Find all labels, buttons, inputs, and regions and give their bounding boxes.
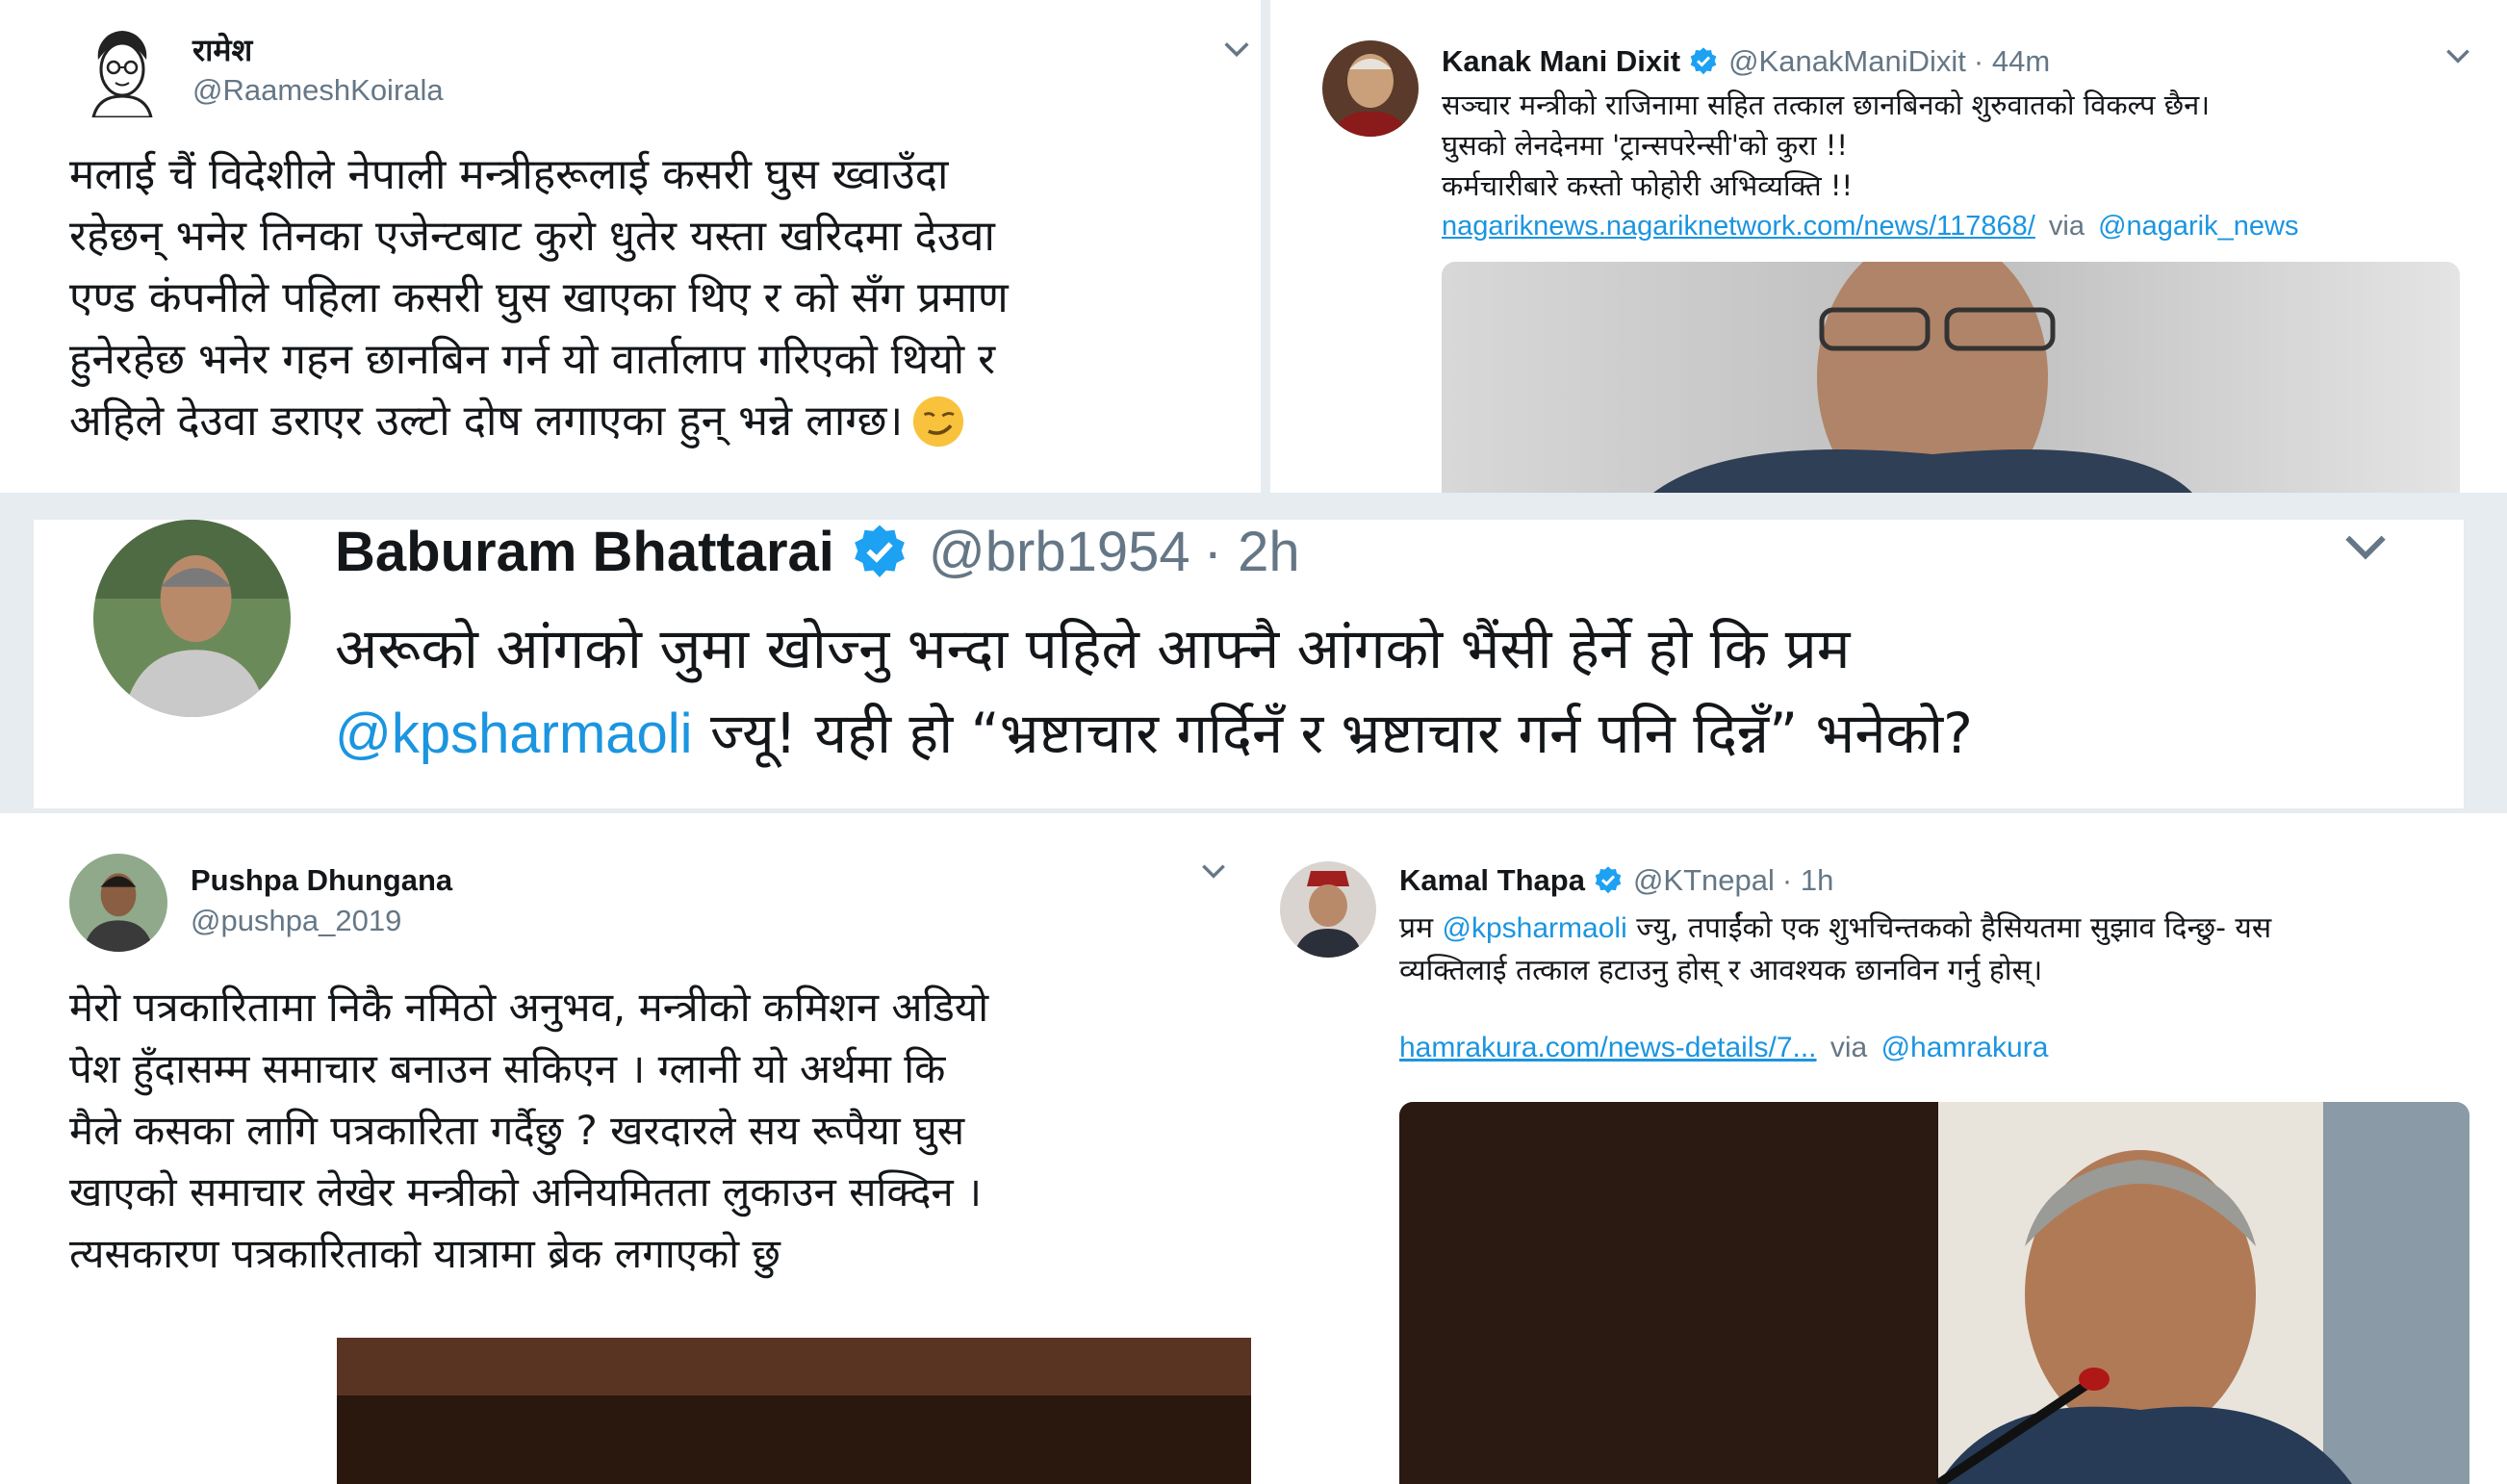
tweet-header-baburam: Baburam Bhattarai @brb1954 · 2h — [335, 520, 1300, 584]
author-handle-kamal[interactable]: @KTnepal — [1633, 863, 1775, 898]
tweet-card-baburam: Baburam Bhattarai @brb1954 · 2h अरूको आं… — [34, 520, 2464, 808]
tweet-link-kanak[interactable]: nagariknews.nagariknetwork.com/news/1178… — [1442, 211, 2035, 242]
via-label: via — [2048, 211, 2085, 242]
tweet-line: अरूको आंगको जुमा खोज्नु भन्दा पहिले आफ्न… — [335, 616, 1851, 681]
tweet-line: एण्ड कंपनीले पहिला कसरी घुस खाएका थिए र … — [69, 273, 1009, 322]
tweet-line: घुसको लेनदेनमा 'ट्रान्सपरेन्सी'को कुरा !… — [1442, 129, 1848, 162]
tweet-media-kamal[interactable] — [1399, 1102, 2469, 1484]
tweet-line: खाएको समाचार लेखेर मन्त्रीको अनियमितता ल… — [69, 1168, 982, 1215]
tweet-line-rest: ज्यु, तपाईंको एक शुभचिन्तकको हैसियतमा सु… — [1626, 911, 2272, 945]
tweet-link-kamal[interactable]: hamrakura.com/news-details/7... — [1399, 1032, 1817, 1063]
tweet-text-ramesh: मलाई चैं विदेशीले नेपाली मन्त्रीहरूलाई क… — [69, 144, 1009, 452]
media-photo-pushpa — [337, 1338, 1251, 1484]
tweet-line: पेश हुँदासम्म समाचार बनाउन सकिएन । ग्लान… — [69, 1045, 946, 1092]
media-photo-kanak — [1442, 262, 2460, 493]
author-handle-kanak[interactable]: @KanakManiDixit — [1728, 44, 1966, 79]
mention-kpsharmaoli[interactable]: @kpsharmaoli — [335, 703, 693, 765]
media-photo-kamal — [1399, 1102, 2469, 1484]
tweet-link-row: hamrakura.com/news-details/7... via @ham… — [1399, 1027, 2271, 1069]
tweet-line: व्यक्तिलाई तत्काल हटाउनु होस् र आवश्यक छ… — [1399, 954, 2043, 987]
via-label: via — [1829, 1032, 1868, 1063]
tweet-card-pushpa: Pushpa Dhungana @pushpa_2019 मेरो पत्रका… — [0, 813, 1251, 1484]
tweet-time-kamal[interactable]: · 1h — [1782, 863, 1833, 898]
avatar-kamal-photo — [1280, 861, 1376, 958]
tweet-text-kamal: प्रम @kpsharmaoli ज्यु, तपाईंको एक शुभचि… — [1399, 908, 2271, 1069]
tweet-time-baburam[interactable]: · 2h — [1204, 520, 1300, 584]
avatar-baburam-photo — [93, 520, 291, 717]
tweet-line: मेरो पत्रकारितामा निकै नमिठो अनुभव, मन्त… — [69, 984, 989, 1031]
tweet-line: मैले कसका लागि पत्रकारिता गर्दैछु ? खरदा… — [69, 1107, 965, 1154]
tweet-line: मलाई चैं विदेशीले नेपाली मन्त्रीहरूलाई क… — [69, 150, 949, 199]
verified-badge-icon — [1690, 47, 1717, 75]
tweet-line: कर्मचारीबारे कस्तो फोहोरी अभिव्यक्ति !! — [1442, 169, 1854, 202]
verified-badge-icon — [855, 525, 905, 577]
via-handle-kanak[interactable]: @nagarik_news — [2098, 211, 2298, 242]
tweet-text-pushpa: मेरो पत्रकारितामा निकै नमिठो अनुभव, मन्त… — [69, 977, 988, 1285]
author-name-pushpa[interactable]: Pushpa Dhungana — [191, 863, 452, 898]
avatar-ramesh-sketch — [79, 21, 166, 117]
avatar-ramesh[interactable] — [79, 21, 166, 117]
tweet-line-last: अहिले देउवा डराएर उल्टो दोष लगाएका हुन् … — [69, 391, 1009, 452]
tweet-media-pushpa[interactable] — [337, 1338, 1251, 1484]
author-name-baburam[interactable]: Baburam Bhattarai — [335, 520, 834, 584]
tweet-media-kanak[interactable] — [1442, 262, 2460, 493]
tweet-line-prefix: प्रम — [1399, 911, 1443, 945]
author-handle-ramesh[interactable]: @RaameshKoirala — [192, 73, 444, 108]
tweet-line: हुनेरहेछ भनेर गहन छानबिन गर्न यो वार्ताल… — [69, 335, 996, 384]
tweet-line: त्यसकारण पत्रकारिताको यात्रामा ब्रेक लगा… — [69, 1230, 780, 1277]
chevron-down-icon[interactable] — [1198, 856, 1229, 886]
avatar-kanak[interactable] — [1322, 40, 1419, 137]
author-name-kamal[interactable]: Kamal Thapa — [1399, 863, 1585, 898]
tweet-card-kanak: Kanak Mani Dixit @KanakManiDixit · 44m स… — [1270, 0, 2507, 493]
avatar-pushpa-photo — [69, 854, 167, 952]
verified-badge-icon — [1595, 866, 1622, 894]
avatar-kanak-photo — [1322, 40, 1419, 137]
via-handle-kamal[interactable]: @hamrakura — [1881, 1032, 2049, 1063]
tweet-line: रहेछन् भनेर तिनका एजेन्टबाट कुरो धुतेर य… — [69, 212, 995, 261]
avatar-pushpa[interactable] — [69, 854, 167, 952]
tweet-card-ramesh: रामेश @RaameshKoirala मलाई चैं विदेशीले … — [0, 0, 1261, 493]
author-name-ramesh[interactable]: रामेश — [192, 29, 252, 70]
tweet-line: सञ्चार मन्त्रीको राजिनामा सहित तत्काल छा… — [1442, 89, 2211, 121]
tweet-text-kanak: सञ्चार मन्त्रीको राजिनामा सहित तत्काल छा… — [1442, 85, 2298, 246]
tweet-time-kanak[interactable]: · 44m — [1974, 44, 2050, 79]
tweet-line-mention: @kpsharmaoli ज्यू! यही हो “भ्रष्टाचार गर… — [335, 691, 1973, 777]
tweet-header-kanak: Kanak Mani Dixit @KanakManiDixit · 44m — [1442, 44, 2050, 79]
smirk-emoji-icon — [913, 396, 964, 448]
chevron-down-icon[interactable] — [2339, 520, 2392, 574]
avatar-kamal[interactable] — [1280, 861, 1376, 958]
tweet-line: अहिले देउवा डराएर उल्टो दोष लगाएका हुन् … — [69, 397, 904, 446]
mention-kpsharmaoli[interactable]: @kpsharmaoli — [1443, 912, 1627, 944]
tweet-header-kamal: Kamal Thapa @KTnepal · 1h — [1399, 863, 1833, 898]
chevron-down-icon[interactable] — [2443, 40, 2473, 71]
tweet-text-baburam: अरूको आंगको जुमा खोज्नु भन्दा पहिले आफ्न… — [335, 606, 1973, 777]
author-name-kanak[interactable]: Kanak Mani Dixit — [1442, 44, 1680, 79]
tweet-line-mention: प्रम @kpsharmaoli ज्यु, तपाईंको एक शुभचि… — [1399, 908, 2271, 950]
author-handle-baburam[interactable]: @brb1954 — [929, 520, 1190, 584]
author-handle-pushpa[interactable]: @pushpa_2019 — [191, 904, 401, 938]
tweet-card-kamal: Kamal Thapa @KTnepal · 1h प्रम @kpsharma… — [1251, 813, 2507, 1484]
tweet-link-row: nagariknews.nagariknetwork.com/news/1178… — [1442, 206, 2298, 246]
chevron-down-icon[interactable] — [1220, 33, 1253, 65]
avatar-baburam[interactable] — [93, 520, 291, 717]
tweet-line-rest: ज्यू! यही हो “भ्रष्टाचार गर्दिनँ र भ्रष्… — [692, 701, 1973, 766]
